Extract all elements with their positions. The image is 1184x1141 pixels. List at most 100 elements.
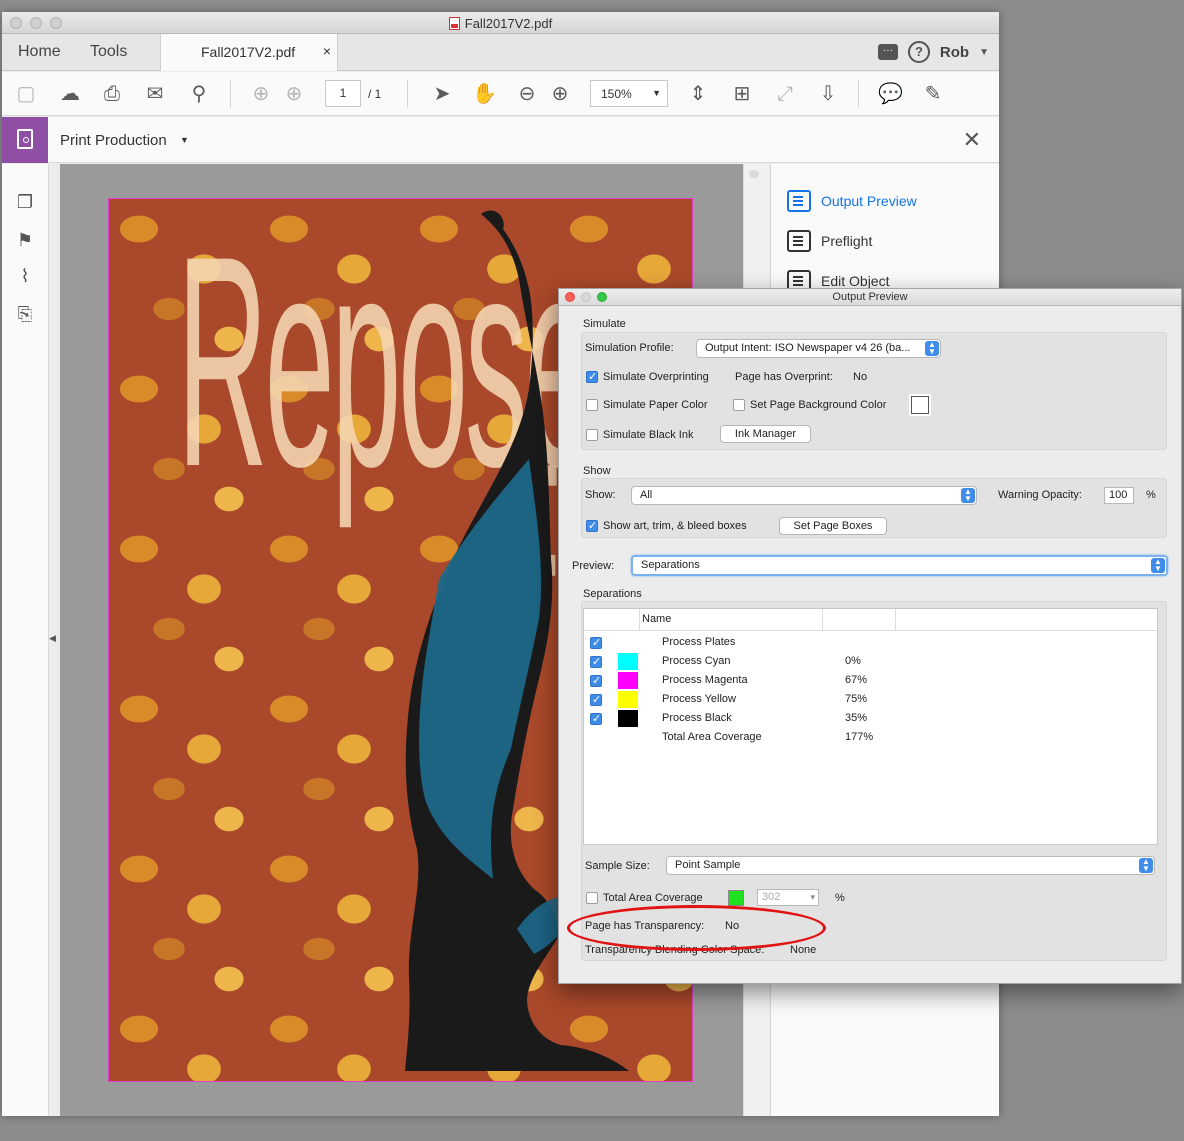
plate-visibility-checkbox[interactable] [590,693,602,706]
sample-size-select[interactable]: Point Sample ▲ ▼ [666,856,1155,875]
table-row[interactable]: Total Area Coverage 177% [584,729,1157,748]
page-background-checkbox[interactable] [733,399,745,411]
scroll-mode-icon[interactable]: ⊞ [730,82,754,106]
collapse-rail-icon[interactable]: ◀ [49,633,59,647]
plate-visibility-checkbox[interactable] [590,655,602,668]
close-tool-icon[interactable]: ✕ [963,127,981,153]
upload-cloud-icon[interactable]: ☁ [58,82,82,106]
table-row[interactable]: Process Black 35% [584,710,1157,729]
tool-name[interactable]: Print Production [60,132,167,149]
zoom-in-icon[interactable]: ⊕ [548,82,572,106]
full-screen-icon[interactable]: ⤢ [773,82,797,106]
show-select[interactable]: All ▲ ▼ [631,486,977,505]
comment-bubble-icon[interactable]: ··· [877,44,898,60]
main-toolbar: ▢ ☁ ⎙ ✉ ⚲ ⊕ ⊕ 1 / 1 ➤ ✋ ⊖ ⊕ 150% ▼ ⇕ ⊞ ⤢… [2,72,999,116]
bookmark-icon[interactable]: ⚑ [14,230,36,254]
left-navigation-rail: ❐ ⚑ ⌇ ⎘ [2,164,49,1116]
total-area-coverage-label: Total Area Coverage [603,892,703,904]
user-name[interactable]: Rob [940,44,969,61]
simulate-paper-color-checkbox[interactable] [586,399,598,411]
zoom-level-select[interactable]: 150% ▼ [590,80,668,107]
zoom-out-icon[interactable]: ⊖ [515,82,539,106]
black-swatch [618,710,638,727]
column-divider [895,609,896,631]
table-row[interactable]: Process Magenta 67% [584,672,1157,691]
toolbar-divider [858,80,859,108]
plate-visibility-checkbox[interactable] [590,712,602,725]
warning-opacity-input[interactable]: 100 [1104,487,1134,504]
separations-section-label: Separations [583,588,642,600]
output-preview-item[interactable]: Output Preview [787,190,917,212]
tool-header: Print Production ▼ ✕ [2,117,999,163]
page-number-input[interactable]: 1 [325,80,361,107]
export-icon[interactable]: ⇩ [816,82,840,106]
search-icon[interactable]: ⚲ [187,82,211,106]
simulate-section-label: Simulate [583,318,626,330]
plate-visibility-checkbox[interactable] [590,636,602,649]
total-area-coverage-percent: % [835,892,845,904]
attachment-icon[interactable]: ⌇ [14,266,36,290]
warning-opacity-percent: % [1146,489,1156,501]
select-stepper-icon: ▲ ▼ [1151,558,1165,573]
zoom-dropdown-icon: ▼ [652,88,661,98]
previous-page-icon[interactable]: ⊕ [249,82,273,106]
print-production-icon [2,117,48,163]
account-tools: ··· ? Rob ▼ [877,41,989,63]
toolbar-divider [407,80,408,108]
document-tab-label: Fall2017V2.pdf [201,44,296,60]
plate-coverage: 0% [845,655,861,667]
edit-object-label: Edit Object [821,273,890,289]
simulate-paper-color-label: Simulate Paper Color [603,399,708,411]
simulate-black-ink-label: Simulate Black Ink [603,429,694,441]
coverage-warning-swatch[interactable] [728,890,744,906]
page-thumbnails-icon[interactable]: ❐ [14,192,36,216]
total-area-coverage-checkbox[interactable] [586,892,598,904]
next-page-icon[interactable]: ⊕ [282,82,306,106]
hand-tool-icon[interactable]: ✋ [472,82,497,106]
ink-manager-button[interactable]: Ink Manager [720,425,811,443]
table-row[interactable]: Process Cyan 0% [584,653,1157,672]
preflight-item[interactable]: Preflight [787,230,872,252]
fit-page-icon[interactable]: ⇕ [686,82,710,106]
output-preview-icon [787,190,811,212]
total-area-coverage-input[interactable]: 302 ▾ [757,889,819,906]
toolbar-divider [230,80,231,108]
tool-menu-chevron-icon[interactable]: ▼ [180,135,189,145]
show-boxes-checkbox[interactable] [586,519,598,532]
background-color-swatch[interactable] [909,394,931,416]
plate-name: Process Yellow [662,693,736,705]
table-row[interactable]: Process Plates [584,634,1157,653]
show-section-label: Show [583,465,611,477]
close-tab-icon[interactable]: × [323,43,331,59]
print-icon[interactable]: ⎙ [100,82,124,106]
user-menu-chevron-icon[interactable]: ▼ [979,47,989,58]
simulate-overprinting-checkbox[interactable] [586,370,598,383]
save-icon[interactable]: ▢ [14,82,38,106]
email-icon[interactable]: ✉ [143,82,167,106]
simulate-black-ink-checkbox[interactable] [586,429,598,441]
tab-home[interactable]: Home [18,43,61,61]
zoom-value: 150% [601,87,632,101]
scroll-thumb[interactable] [749,170,759,178]
preview-select[interactable]: Separations ▲ ▼ [631,555,1168,576]
simulate-overprinting-label: Simulate Overprinting [603,371,709,383]
plate-visibility-checkbox[interactable] [590,674,602,687]
coverage-dropdown-icon[interactable]: ▾ [810,890,815,905]
plate-coverage: 67% [845,674,868,686]
plate-name: Process Magenta [662,674,748,686]
help-icon[interactable]: ? [907,41,930,63]
highlight-pen-icon[interactable]: ✎ [921,82,945,106]
simulation-profile-select[interactable]: Output Intent: ISO Newspaper v4 26 (ba..… [696,339,941,358]
select-arrow-icon[interactable]: ➤ [430,82,454,106]
document-lock-icon[interactable]: ⎘ [14,304,36,328]
table-row[interactable]: Process Yellow 75% [584,691,1157,710]
tab-tools[interactable]: Tools [90,43,127,61]
comment-icon[interactable]: 💬 [878,82,903,106]
preflight-label: Preflight [821,233,873,249]
plate-coverage: 75% [845,693,868,705]
set-page-boxes-button[interactable]: Set Page Boxes [779,517,887,535]
name-column-header[interactable]: Name [642,613,671,625]
tab-document[interactable]: Fall2017V2.pdf × [160,34,338,71]
window-title: Fall2017V2.pdf [2,16,999,31]
dialog-titlebar: Output Preview [559,289,1181,306]
